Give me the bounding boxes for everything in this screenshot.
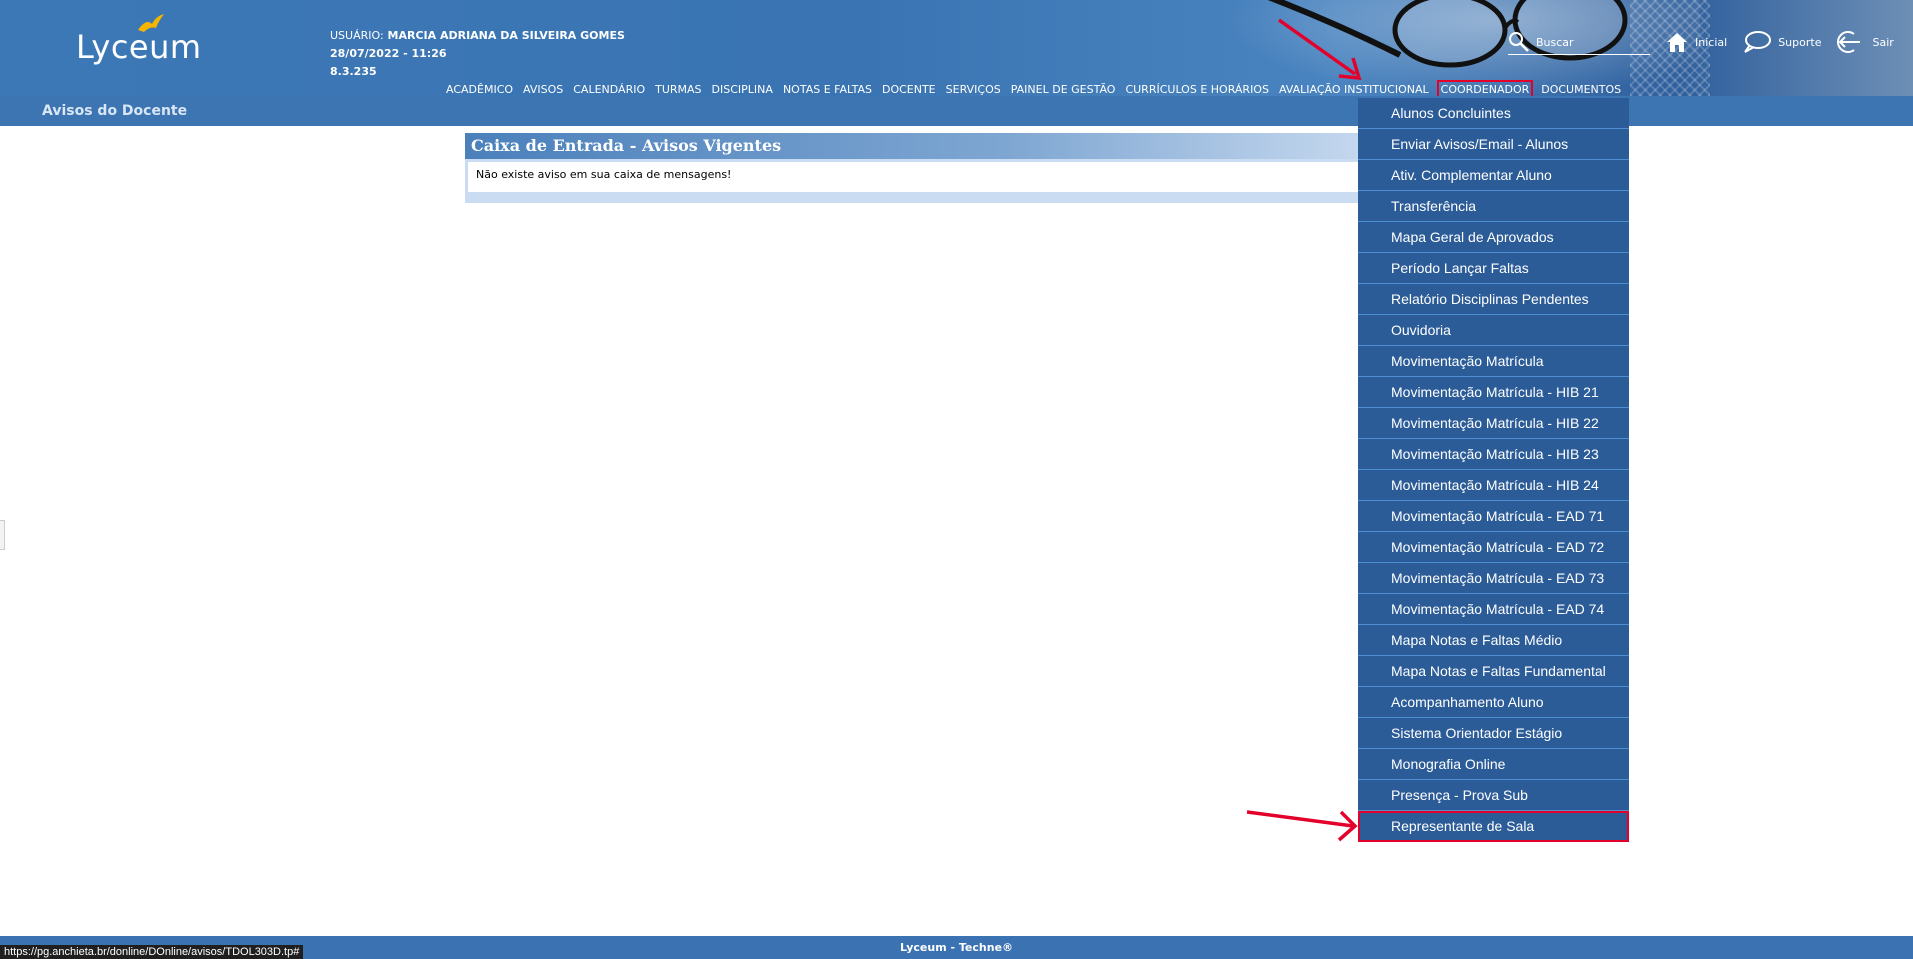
nav-academico[interactable]: ACADÊMICO <box>446 82 513 96</box>
menu-item-movimentacao-matricula[interactable]: Movimentação Matrícula <box>1358 346 1629 377</box>
nav-coordenador[interactable]: COORDENADOR <box>1436 80 1534 96</box>
menu-item-relatorio-disciplinas-pendentes[interactable]: Relatório Disciplinas Pendentes <box>1358 284 1629 315</box>
menu-item-movimentacao-ead-74[interactable]: Movimentação Matrícula - EAD 74 <box>1358 594 1629 625</box>
version: 8.3.235 <box>330 65 377 78</box>
menu-item-ouvidoria[interactable]: Ouvidoria <box>1358 315 1629 346</box>
search-icon[interactable] <box>1508 31 1530 53</box>
menu-item-movimentacao-hib-21[interactable]: Movimentação Matrícula - HIB 21 <box>1358 377 1629 408</box>
support-link-label: Suporte <box>1778 35 1822 49</box>
user-name: MARCIA ADRIANA DA SILVEIRA GOMES <box>387 29 625 42</box>
menu-item-sistema-orientador-estagio[interactable]: Sistema Orientador Estágio <box>1358 718 1629 749</box>
menu-item-acompanhamento-aluno[interactable]: Acompanhamento Aluno <box>1358 687 1629 718</box>
inbox-panel: Caixa de Entrada - Avisos Vigentes Não e… <box>465 133 1365 203</box>
menu-item-mapa-geral-aprovados[interactable]: Mapa Geral de Aprovados <box>1358 222 1629 253</box>
home-icon <box>1667 33 1687 52</box>
inbox-message: Não existe aviso em sua caixa de mensage… <box>468 162 1362 192</box>
menu-item-transferencia[interactable]: Transferência <box>1358 191 1629 222</box>
home-link-label: Inicial <box>1695 35 1728 49</box>
menu-item-mapa-notas-fundamental[interactable]: Mapa Notas e Faltas Fundamental <box>1358 656 1629 687</box>
search-box <box>1508 30 1650 55</box>
inbox-title: Caixa de Entrada - Avisos Vigentes <box>465 133 1365 159</box>
nav-avisos[interactable]: AVISOS <box>523 82 563 96</box>
side-collapse-handle[interactable] <box>0 520 5 550</box>
menu-item-movimentacao-hib-22[interactable]: Movimentação Matrícula - HIB 22 <box>1358 408 1629 439</box>
support-link[interactable]: Suporte <box>1742 30 1821 54</box>
nav-turmas[interactable]: TURMAS <box>655 82 701 96</box>
menu-item-movimentacao-ead-73[interactable]: Movimentação Matrícula - EAD 73 <box>1358 563 1629 594</box>
coordenador-dropdown-menu: Alunos Concluintes Enviar Avisos/Email -… <box>1358 98 1629 842</box>
datetime: 28/07/2022 - 11:26 <box>330 47 447 60</box>
menu-item-movimentacao-ead-72[interactable]: Movimentação Matrícula - EAD 72 <box>1358 532 1629 563</box>
speech-bubble-icon <box>1744 31 1772 53</box>
nav-painel-de-gestao[interactable]: PAINEL DE GESTÃO <box>1011 82 1116 96</box>
nav-disciplina[interactable]: DISCIPLINA <box>712 82 773 96</box>
search-input[interactable] <box>1536 35 1646 49</box>
header: Lyceum USUÁRIO: MARCIA ADRIANA DA SILVEI… <box>0 0 1913 96</box>
nav-calendario[interactable]: CALENDÁRIO <box>573 82 645 96</box>
user-info: USUÁRIO: MARCIA ADRIANA DA SILVEIRA GOME… <box>330 27 625 81</box>
top-links: Inicial Suporte Sair <box>1665 30 1909 54</box>
nav-notas-e-faltas[interactable]: NOTAS E FALTAS <box>783 82 872 96</box>
main-nav: ACADÊMICO AVISOS CALENDÁRIO TURMAS DISCI… <box>446 80 1631 96</box>
menu-item-monografia-online[interactable]: Monografia Online <box>1358 749 1629 780</box>
menu-item-movimentacao-hib-24[interactable]: Movimentação Matrícula - HIB 24 <box>1358 470 1629 501</box>
menu-item-mapa-notas-medio[interactable]: Mapa Notas e Faltas Médio <box>1358 625 1629 656</box>
logout-icon <box>1837 31 1861 53</box>
home-link[interactable]: Inicial <box>1665 30 1727 54</box>
menu-item-ativ-complementar[interactable]: Ativ. Complementar Aluno <box>1358 160 1629 191</box>
bird-icon <box>138 14 164 32</box>
lyceum-logo[interactable]: Lyceum <box>76 14 202 66</box>
nav-servicos[interactable]: SERVIÇOS <box>946 82 1001 96</box>
menu-item-representante-de-sala[interactable]: Representante de Sala <box>1358 811 1629 842</box>
user-label: USUÁRIO: <box>330 29 384 42</box>
menu-item-periodo-lancar-faltas[interactable]: Período Lançar Faltas <box>1358 253 1629 284</box>
nav-avaliacao-institucional[interactable]: AVALIAÇÃO INSTITUCIONAL <box>1279 82 1429 96</box>
annotation-arrow-bottom-icon <box>1246 810 1358 842</box>
menu-item-alunos-concluintes[interactable]: Alunos Concluintes <box>1358 98 1629 129</box>
nav-docente[interactable]: DOCENTE <box>882 82 936 96</box>
status-bar-url: https://pg.anchieta.br/donline/DOnline/a… <box>0 945 304 959</box>
logout-link-label: Sair <box>1872 35 1894 49</box>
menu-item-movimentacao-hib-23[interactable]: Movimentação Matrícula - HIB 23 <box>1358 439 1629 470</box>
menu-item-enviar-avisos[interactable]: Enviar Avisos/Email - Alunos <box>1358 129 1629 160</box>
menu-item-movimentacao-ead-71[interactable]: Movimentação Matrícula - EAD 71 <box>1358 501 1629 532</box>
logout-link[interactable]: Sair <box>1836 30 1894 54</box>
nav-curriculos-e-horarios[interactable]: CURRÍCULOS E HORÁRIOS <box>1125 82 1269 96</box>
menu-item-presenca-prova-sub[interactable]: Presença - Prova Sub <box>1358 780 1629 811</box>
page-title: Avisos do Docente <box>42 103 188 119</box>
nav-documentos[interactable]: DOCUMENTOS <box>1541 82 1621 96</box>
